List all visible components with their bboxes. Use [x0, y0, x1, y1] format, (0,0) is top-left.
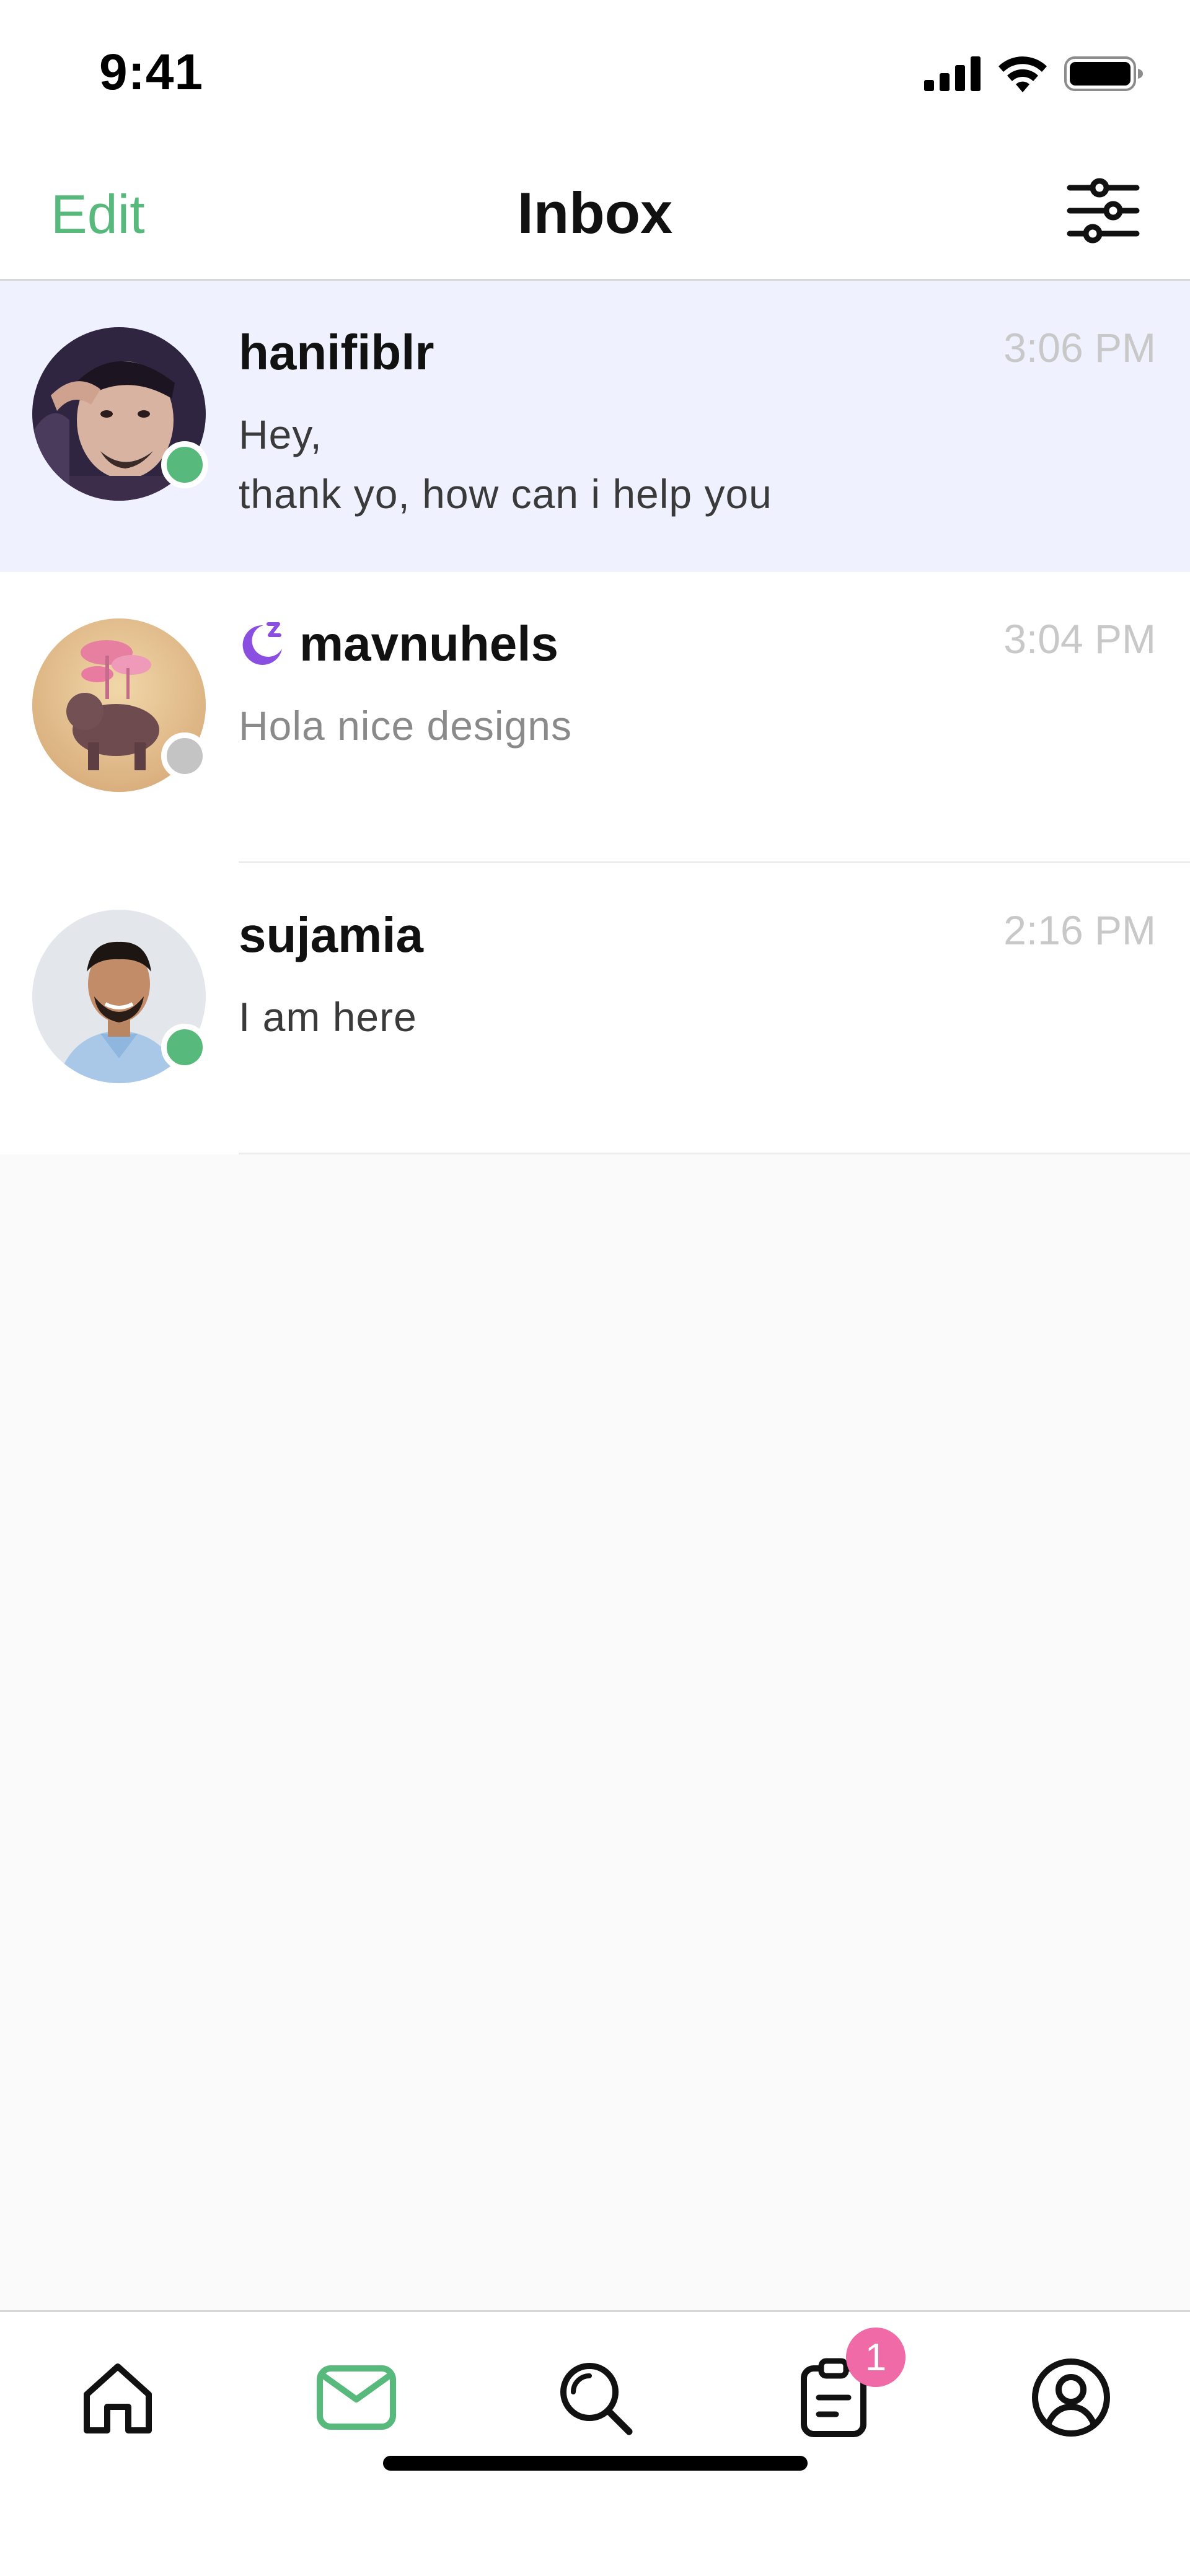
orders-badge: 1 [846, 2328, 906, 2387]
online-status-dot [161, 441, 208, 488]
conversation-row[interactable]: hanifiblr 3:06 PM Hey, thank yo, how can… [0, 281, 1190, 572]
conversation-preview: I am here [239, 987, 1116, 1047]
home-indicator [383, 2456, 808, 2471]
avatar [32, 910, 208, 1083]
sliders-icon [1067, 178, 1140, 244]
status-time: 9:41 [99, 44, 204, 100]
avatar [32, 618, 208, 792]
tab-profile[interactable] [1021, 2348, 1121, 2447]
conversation-name: hanifiblr [239, 325, 434, 380]
profile-icon [1032, 2358, 1110, 2437]
conversation-preview: Hey, thank yo, how can i help you [239, 405, 1116, 524]
conversation-row[interactable]: sujamia 2:16 PM I am here [0, 863, 1190, 1154]
offline-status-dot [161, 732, 208, 780]
status-bar: 9:41 [0, 0, 1190, 146]
filter-button[interactable] [1066, 177, 1140, 245]
nav-bar: Edit Inbox [0, 146, 1190, 281]
preview-line: Hey, [239, 411, 322, 457]
search-icon [560, 2363, 633, 2435]
tab-bar: 1 [0, 2310, 1190, 2576]
status-icons [924, 55, 1144, 93]
conversation-preview: Hola nice designs [239, 696, 1116, 755]
conversation-name: sujamia [239, 907, 423, 962]
conversation-name: mavnuhels [299, 616, 558, 671]
conversation-time: 2:16 PM [1003, 907, 1156, 953]
page-title: Inbox [517, 180, 673, 245]
tab-inbox[interactable] [307, 2348, 406, 2447]
row-divider [239, 1153, 1190, 1154]
conversation-time: 3:04 PM [1003, 616, 1156, 662]
conversation-list: hanifiblr 3:06 PM Hey, thank yo, how can… [0, 281, 1190, 1154]
tab-home[interactable] [68, 2348, 167, 2447]
avatar [32, 327, 208, 501]
preview-line: thank yo, how can i help you [239, 471, 772, 517]
inbox-icon [317, 2365, 396, 2430]
preview-line: I am here [239, 994, 417, 1040]
home-icon [84, 2363, 152, 2433]
edit-button[interactable]: Edit [51, 183, 145, 246]
cellular-signal-icon [924, 56, 981, 91]
online-status-dot [161, 1024, 208, 1071]
tab-search[interactable] [545, 2348, 645, 2447]
conversation-row[interactable]: mavnuhels 3:04 PM Hola nice designs [0, 572, 1190, 863]
conversation-time: 3:06 PM [1003, 325, 1156, 371]
battery-icon [1064, 56, 1143, 91]
sleep-moon-icon [242, 622, 282, 665]
preview-line: Hola nice designs [239, 703, 572, 749]
wifi-icon [998, 56, 1047, 92]
